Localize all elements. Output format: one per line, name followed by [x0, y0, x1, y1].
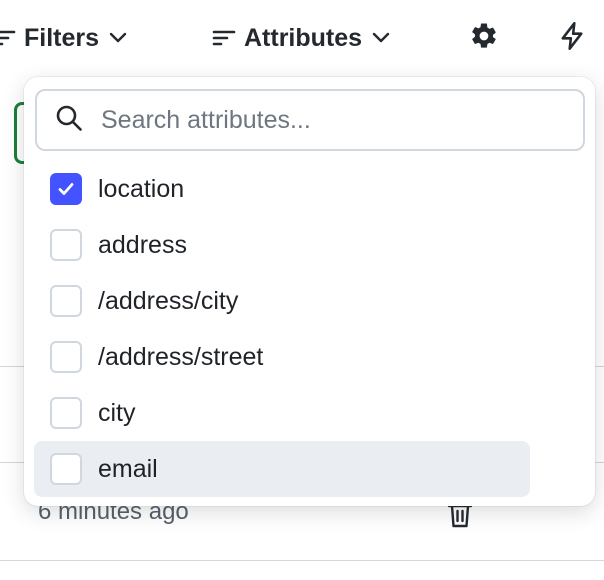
checkbox-checked[interactable]	[50, 173, 82, 205]
chevron-down-icon	[370, 27, 392, 49]
gear-icon	[469, 21, 499, 56]
option-city[interactable]: city	[34, 385, 530, 441]
row-divider	[0, 560, 604, 561]
settings-button[interactable]	[466, 20, 502, 56]
option-address-city[interactable]: /address/city	[34, 273, 530, 329]
attributes-label: Attributes	[244, 23, 363, 52]
option-label: /address/city	[98, 286, 239, 315]
sort-icon	[212, 27, 236, 49]
checkbox[interactable]	[50, 397, 82, 429]
checkbox[interactable]	[50, 285, 82, 317]
bolt-icon	[558, 21, 586, 56]
option-address-street[interactable]: /address/street	[34, 329, 530, 385]
automation-button[interactable]	[554, 20, 590, 56]
attributes-dropdown: location address /address/city /address/…	[24, 77, 595, 506]
search-box[interactable]	[35, 89, 585, 151]
option-label: email	[98, 454, 158, 483]
filters-label: Filters	[24, 23, 100, 52]
chevron-down-icon	[107, 27, 129, 49]
checkbox[interactable]	[50, 229, 82, 261]
sort-icon	[0, 27, 16, 49]
option-email[interactable]: email	[34, 441, 530, 497]
search-icon	[37, 104, 83, 137]
option-label: location	[98, 174, 185, 203]
checkbox[interactable]	[50, 453, 82, 485]
option-label: address	[98, 230, 187, 259]
option-location[interactable]: location	[34, 161, 530, 217]
attributes-button[interactable]: Attributes	[212, 18, 392, 58]
checkbox[interactable]	[50, 341, 82, 373]
toolbar: Filters Attributes	[0, 0, 604, 76]
option-label: city	[98, 398, 136, 427]
search-input[interactable]	[101, 105, 541, 135]
attribute-option-list: location address /address/city /address/…	[34, 161, 530, 497]
option-address[interactable]: address	[34, 217, 530, 273]
filters-button[interactable]: Filters	[0, 18, 129, 58]
option-label: /address/street	[98, 342, 264, 371]
check-icon	[58, 183, 74, 195]
